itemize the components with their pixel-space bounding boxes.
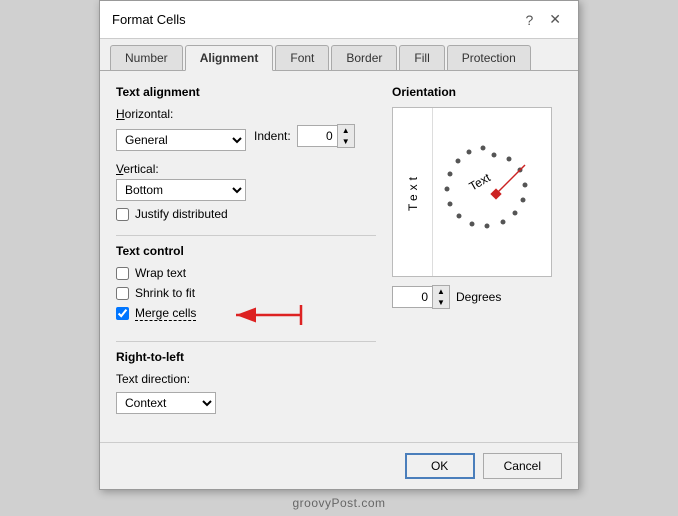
indent-input[interactable]	[297, 125, 337, 147]
shrink-to-fit-row: Shrink to fit	[116, 286, 376, 300]
title-bar: Format Cells ? ✕	[100, 1, 578, 39]
tab-number[interactable]: Number	[110, 45, 183, 70]
wrap-text-label: Wrap text	[135, 266, 186, 280]
merge-cells-label: Merge cells	[135, 306, 196, 321]
right-panel: Orientation Text	[392, 85, 562, 428]
tab-content: Text alignment Horizontal: General Left …	[100, 71, 578, 442]
text-alignment-title: Text alignment	[116, 85, 376, 99]
vertical-label: Vertical:	[116, 162, 376, 176]
cancel-button[interactable]: Cancel	[483, 453, 562, 479]
horizontal-select[interactable]: General Left (Indent) Center Right (Inde…	[116, 129, 246, 151]
vertical-row: Top Center Bottom Justify Distributed	[116, 179, 376, 201]
text-alignment-section: Text alignment Horizontal: General Left …	[116, 85, 376, 221]
justify-distributed-row: Justify distributed	[116, 207, 376, 221]
merge-cells-row-container: Merge cells	[116, 306, 196, 327]
degrees-down-button[interactable]: ▼	[433, 297, 449, 308]
angle-section[interactable]: Text	[433, 108, 551, 276]
text-control-title: Text control	[116, 244, 376, 258]
degrees-up-button[interactable]: ▲	[433, 286, 449, 297]
horizontal-row: General Left (Indent) Center Right (Inde…	[116, 124, 376, 156]
indent-spinner-buttons: ▲ ▼	[337, 124, 355, 148]
tab-font[interactable]: Font	[275, 45, 329, 70]
dialog-footer: OK Cancel	[100, 442, 578, 489]
format-cells-dialog: Format Cells ? ✕ Number Alignment Font B…	[99, 0, 579, 490]
merge-cells-arrow	[226, 300, 306, 330]
help-button[interactable]: ?	[520, 10, 538, 30]
right-to-left-section: Right-to-left Text direction: Context Le…	[116, 350, 376, 414]
right-to-left-title: Right-to-left	[116, 350, 376, 364]
orientation-title: Orientation	[392, 85, 562, 99]
orientation-box: Text	[392, 107, 552, 277]
tab-alignment[interactable]: Alignment	[185, 45, 274, 71]
divider-1	[116, 235, 376, 236]
horizontal-label: Horizontal:	[116, 107, 376, 121]
tab-fill[interactable]: Fill	[399, 45, 444, 70]
wrap-text-row: Wrap text	[116, 266, 376, 280]
degrees-label: Degrees	[456, 290, 501, 304]
indent-label: Indent:	[254, 129, 291, 143]
tab-border[interactable]: Border	[331, 45, 397, 70]
degrees-row: ▲ ▼ Degrees	[392, 285, 562, 309]
justify-distributed-label: Justify distributed	[135, 207, 228, 221]
degrees-spinner: ▲ ▼	[392, 285, 450, 309]
vertical-text-column: Text	[393, 108, 433, 276]
indent-down-button[interactable]: ▼	[338, 136, 354, 147]
indent-row: Indent: ▲ ▼	[254, 124, 355, 148]
watermark: groovyPost.com	[286, 490, 391, 516]
vertical-text-label[interactable]: Text	[406, 173, 420, 211]
title-bar-controls: ? ✕	[520, 9, 566, 30]
orientation-diagram: Text	[437, 137, 547, 247]
divider-2	[116, 341, 376, 342]
indent-spinner: ▲ ▼	[297, 124, 355, 148]
merge-cells-row: Merge cells	[116, 306, 196, 321]
shrink-to-fit-label: Shrink to fit	[135, 286, 195, 300]
text-direction-select[interactable]: Context Left-to-Right Right-to-Left	[116, 392, 216, 414]
shrink-to-fit-checkbox[interactable]	[116, 287, 129, 300]
orientation-inner: Text	[393, 108, 551, 276]
merge-cells-checkbox[interactable]	[116, 307, 129, 320]
tab-bar: Number Alignment Font Border Fill Protec…	[100, 39, 578, 71]
left-panel: Text alignment Horizontal: General Left …	[116, 85, 376, 428]
degrees-spinner-buttons: ▲ ▼	[432, 285, 450, 309]
text-direction-label: Text direction:	[116, 372, 376, 386]
indent-up-button[interactable]: ▲	[338, 125, 354, 136]
tab-protection[interactable]: Protection	[447, 45, 531, 70]
text-control-section: Text control Wrap text Shrink to fit Me	[116, 244, 376, 327]
justify-distributed-checkbox[interactable]	[116, 208, 129, 221]
dialog-title: Format Cells	[112, 12, 186, 27]
close-button[interactable]: ✕	[544, 9, 566, 30]
vertical-select[interactable]: Top Center Bottom Justify Distributed	[116, 179, 246, 201]
ok-button[interactable]: OK	[405, 453, 475, 479]
svg-text:Text: Text	[467, 170, 494, 193]
wrap-text-checkbox[interactable]	[116, 267, 129, 280]
degrees-input[interactable]	[392, 286, 432, 308]
